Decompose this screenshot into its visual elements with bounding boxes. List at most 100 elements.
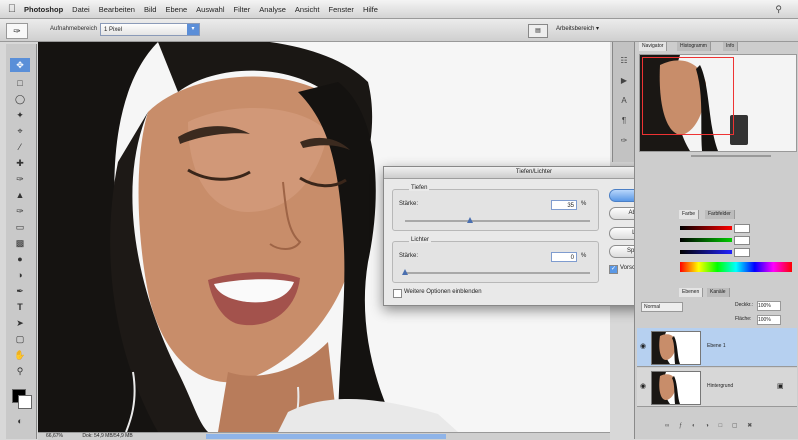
blue-slider[interactable]	[680, 250, 732, 254]
navigator-zoom-slider[interactable]	[641, 152, 795, 160]
shadows-percent-label: %	[581, 201, 587, 207]
zoom-tool-icon[interactable]: ⚲	[10, 364, 30, 378]
tab-histogram[interactable]: Histogramm	[677, 42, 711, 51]
menu-hilfe[interactable]: Hilfe	[363, 5, 378, 14]
fill-input[interactable]: 100%	[757, 315, 781, 325]
workspace-icon[interactable]: ▤	[528, 24, 548, 38]
panel-dock: ☷ ▶ A ¶ ✑	[612, 42, 635, 162]
menu-auswahl[interactable]: Auswahl	[196, 5, 224, 14]
crop-tool-icon[interactable]: ⌖	[10, 124, 30, 138]
shadows-amount-input[interactable]: 35	[551, 200, 577, 210]
menu-filter[interactable]: Filter	[234, 5, 251, 14]
menu-bild[interactable]: Bild	[144, 5, 157, 14]
document-size: Dok: 54,9 MB/54,9 MB	[82, 433, 133, 439]
color-ramp[interactable]	[680, 262, 792, 272]
highlights-slider-thumb[interactable]	[402, 269, 408, 275]
layer-name[interactable]: Ebene 1	[707, 343, 726, 349]
apple-icon[interactable]: 	[0, 3, 24, 15]
eye-icon[interactable]: ◉	[640, 382, 646, 390]
trash-icon[interactable]: ✖	[747, 423, 756, 429]
background-color-swatch[interactable]	[18, 395, 32, 409]
menu-fenster[interactable]: Fenster	[329, 5, 354, 14]
gradient-tool-icon[interactable]: ▩	[10, 236, 30, 250]
hand-tool-icon[interactable]: ✋	[10, 348, 30, 362]
opacity-label: Deckkr.:	[735, 302, 754, 308]
path-select-icon[interactable]: ➤	[10, 316, 30, 330]
new-layer-icon[interactable]: ▢	[732, 423, 742, 429]
tab-navigator[interactable]: Navigator	[639, 42, 668, 51]
tab-layers[interactable]: Ebenen	[679, 288, 704, 297]
move-tool-icon[interactable]: ✥	[10, 58, 30, 72]
green-value[interactable]	[734, 236, 750, 245]
tab-channels[interactable]: Kanäle	[707, 288, 730, 297]
type-tool-icon[interactable]: T	[10, 300, 30, 314]
shadows-amount-label: Stärke:	[399, 201, 419, 207]
dodge-tool-icon[interactable]: ◑	[10, 268, 30, 282]
menu-ansicht[interactable]: Ansicht	[295, 5, 320, 14]
tab-swatches[interactable]: Farbfelder	[705, 210, 735, 219]
history-brush-icon[interactable]: ✑	[10, 204, 30, 218]
more-options-checkbox[interactable]	[393, 289, 402, 298]
lasso-tool-icon[interactable]: ◯	[10, 92, 30, 106]
layer-thumbnail	[651, 371, 701, 405]
stamp-tool-icon[interactable]: ▲	[10, 188, 30, 202]
marquee-tool-icon[interactable]: □	[10, 76, 30, 90]
shadows-slider-track[interactable]	[405, 217, 590, 223]
red-value[interactable]	[734, 224, 750, 233]
fx-icon[interactable]: ƒ	[679, 423, 686, 429]
healing-brush-icon[interactable]: ✚	[10, 156, 30, 170]
tab-color[interactable]: Farbe	[679, 210, 700, 219]
link-icon[interactable]: ∞	[665, 423, 673, 429]
green-slider[interactable]	[680, 238, 732, 242]
paragraph-icon[interactable]: ¶	[617, 116, 631, 128]
shadows-slider-thumb[interactable]	[466, 217, 473, 223]
navigator-view-box[interactable]	[642, 57, 734, 135]
eye-icon[interactable]: ◉	[640, 342, 646, 350]
tab-info[interactable]: Info	[723, 42, 739, 51]
pen-tool-icon[interactable]: ✒	[10, 284, 30, 298]
shadows-group: Tiefen Stärke: 35 %	[392, 185, 599, 231]
horizontal-scrollbar[interactable]	[206, 434, 446, 439]
navigator-preview[interactable]	[639, 54, 797, 152]
blend-mode-select[interactable]: Normal	[641, 302, 683, 312]
history-icon[interactable]: ☷	[617, 56, 631, 68]
quick-mask-icon[interactable]: ◐	[10, 414, 30, 428]
layer-name[interactable]: Hintergrund	[707, 383, 733, 389]
search-icon[interactable]: ⚲	[775, 4, 782, 15]
menu-datei[interactable]: Datei	[72, 5, 90, 14]
brushes-icon[interactable]: ✑	[617, 136, 631, 148]
sample-size-select[interactable]: 1 Pixel ▾	[100, 23, 200, 36]
brush-tool-icon[interactable]: ✑	[10, 172, 30, 186]
menu-app-name[interactable]: Photoshop	[24, 5, 63, 14]
workspace-menu[interactable]: Arbeitsbereich ▾	[556, 25, 599, 32]
blur-tool-icon[interactable]: ●	[10, 252, 30, 266]
layers-panel: Ebenen Kanäle Normal Deckkr.: 100% Fläch…	[635, 288, 798, 439]
magic-wand-icon[interactable]: ✦	[10, 108, 30, 122]
character-icon[interactable]: A	[617, 96, 631, 108]
highlights-slider-track[interactable]	[402, 269, 590, 275]
red-slider[interactable]	[680, 226, 732, 230]
opacity-input[interactable]: 100%	[757, 301, 781, 311]
menu-bar:  Photoshop Datei Bearbeiten Bild Ebene …	[0, 0, 798, 19]
adjustment-icon[interactable]: ◑	[705, 423, 713, 429]
folder-icon[interactable]: □	[719, 423, 727, 429]
shape-tool-icon[interactable]: ▢	[10, 332, 30, 346]
layer-row-hintergrund[interactable]: ◉ Hintergrund ▣	[637, 368, 797, 407]
layer-row-ebene-1[interactable]: ◉ Ebene 1	[637, 328, 797, 367]
menu-ebene[interactable]: Ebene	[165, 5, 187, 14]
preview-checkbox[interactable]: ✓	[609, 265, 618, 274]
chevron-down-icon: ▾	[187, 24, 199, 35]
blue-value[interactable]	[734, 248, 750, 257]
zoom-level[interactable]: 66,67%	[46, 433, 63, 439]
eyedropper-icon[interactable]: ⁄	[10, 140, 30, 154]
color-panel: Farbe Farbfelder	[635, 210, 798, 280]
menu-analyse[interactable]: Analyse	[259, 5, 286, 14]
layer-thumbnail	[651, 331, 701, 365]
mask-icon[interactable]: ◐	[692, 423, 700, 429]
actions-icon[interactable]: ▶	[617, 76, 631, 88]
eraser-tool-icon[interactable]: ▭	[10, 220, 30, 234]
highlights-amount-input[interactable]: 0	[551, 252, 577, 262]
more-options-label[interactable]: Weitere Optionen einblenden	[404, 289, 482, 295]
menu-bearbeiten[interactable]: Bearbeiten	[99, 5, 135, 14]
brush-icon[interactable]: ✑	[6, 23, 28, 39]
